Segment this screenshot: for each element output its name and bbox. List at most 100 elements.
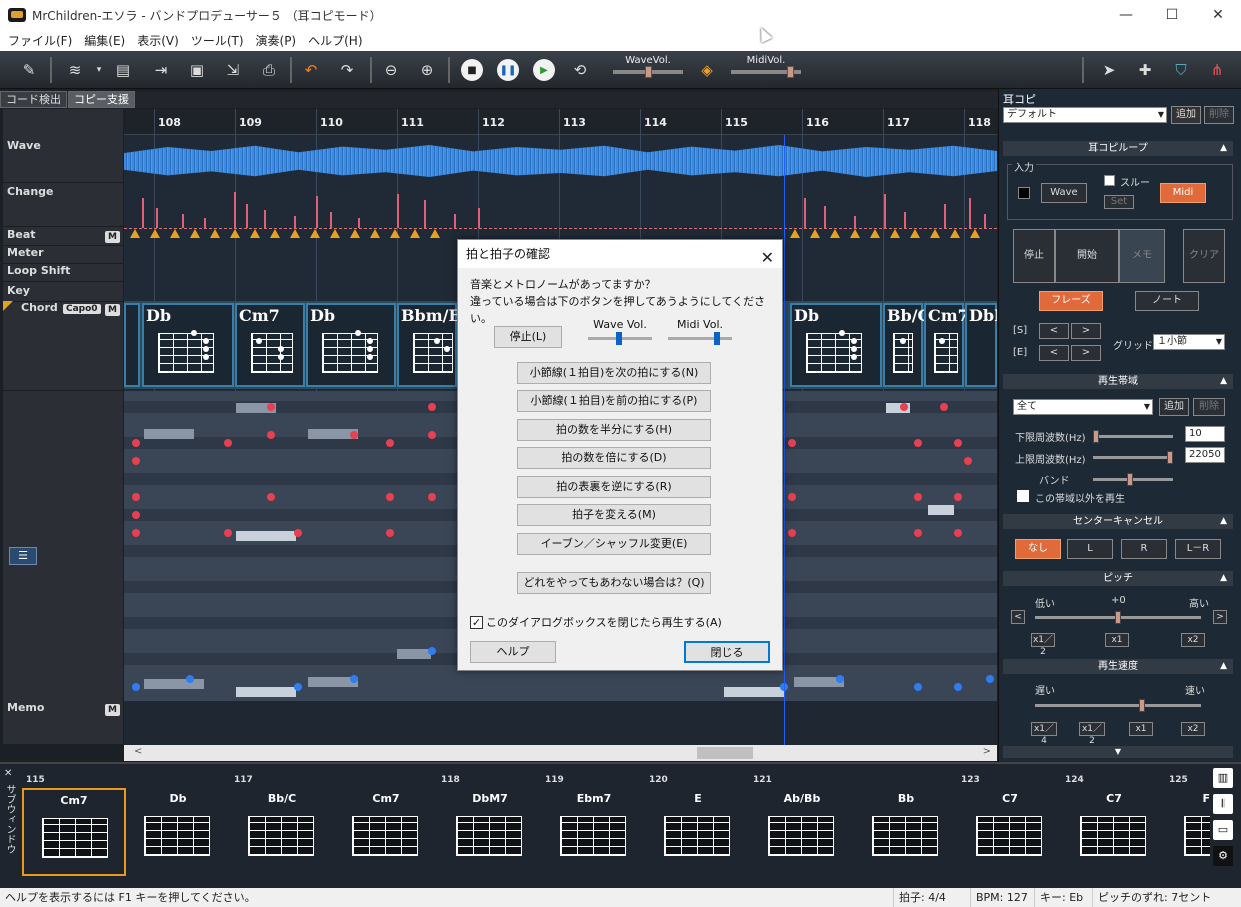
preset-add-button[interactable]: 追加	[1171, 106, 1201, 124]
dialog-midi-volume[interactable]: Midi Vol.	[660, 318, 740, 345]
chord-box[interactable]: Bbm/Eb	[397, 303, 472, 387]
speed-quarter-button[interactable]: x1／4	[1031, 722, 1057, 746]
even-shuffle-button[interactable]: イーブン／シャッフル変更(E)	[517, 533, 711, 555]
edit-score-icon[interactable]: ✎	[18, 59, 40, 81]
start-loop-button[interactable]: 開始	[1055, 229, 1119, 283]
pitch-one-button[interactable]: x1	[1105, 633, 1129, 647]
chord-box[interactable]: Db	[142, 303, 234, 387]
loop-icon[interactable]: ⟲	[569, 59, 591, 81]
end-next-button[interactable]: >	[1071, 345, 1101, 361]
memo-track[interactable]	[124, 701, 997, 745]
piano-roll-icon[interactable]: ☰	[9, 547, 37, 565]
chord-box[interactable]: Db	[790, 303, 882, 387]
zoom-in-icon[interactable]: ⊕	[416, 59, 438, 81]
midi-input-button[interactable]: Midi	[1160, 183, 1206, 203]
balance-icon[interactable]: ◈	[696, 59, 718, 81]
pointer-tool-icon[interactable]: ➤	[1098, 59, 1120, 81]
chord-mute-button[interactable]: M	[105, 304, 120, 316]
wave-volume-slider[interactable]: WaveVol.	[608, 55, 688, 78]
chord-tool-icon[interactable]: ⋔	[1206, 59, 1228, 81]
speed-half-button[interactable]: x1／2	[1079, 722, 1105, 746]
band-add-button[interactable]: 追加	[1159, 398, 1189, 416]
speed-one-button[interactable]: x1	[1129, 722, 1153, 736]
pitch-slider[interactable]	[1035, 611, 1201, 624]
center-lr-button[interactable]: L－R	[1175, 539, 1221, 559]
center-l-button[interactable]: L	[1067, 539, 1113, 559]
export-icon[interactable]: ⇥	[150, 59, 172, 81]
redo-icon[interactable]: ↷	[336, 59, 358, 81]
dialog-midi-volume-knob[interactable]	[714, 332, 720, 345]
section-ear-copy-loop[interactable]: 耳コピループ	[1003, 141, 1233, 156]
band-delete-button[interactable]: 削除	[1193, 398, 1225, 416]
sub-chord[interactable]: Db	[126, 788, 230, 876]
note-button[interactable]: ノート	[1135, 291, 1199, 311]
keyboard-icon[interactable]: 𝄃	[1213, 794, 1233, 814]
sub-chord[interactable]: C7	[1062, 788, 1166, 876]
low-freq-knob[interactable]	[1093, 430, 1099, 443]
bucket-tool-icon[interactable]: ⛉	[1170, 59, 1192, 81]
band-slider[interactable]	[1093, 473, 1173, 486]
sub-chord[interactable]: DbM7	[438, 788, 542, 876]
bar-next-beat-button[interactable]: 小節線(１拍目)を次の拍にする(N)	[517, 362, 711, 384]
close-window-button[interactable]: ✕	[1195, 0, 1241, 30]
change-meter-button[interactable]: 拍子を変える(M)	[517, 504, 711, 526]
speed-slider[interactable]	[1035, 699, 1201, 712]
dialog-wave-volume-knob[interactable]	[616, 332, 622, 345]
sub-chord[interactable]: Cm7	[22, 788, 126, 876]
clear-button[interactable]: クリア	[1183, 229, 1225, 283]
low-freq-slider[interactable]	[1093, 430, 1173, 443]
dialog-help-button[interactable]: ヘルプ	[470, 641, 556, 663]
center-r-button[interactable]: R	[1121, 539, 1167, 559]
pitch-down-button[interactable]: <	[1011, 610, 1025, 624]
low-freq-input[interactable]: 10	[1185, 426, 1225, 442]
pause-icon[interactable]: ❚❚	[497, 59, 519, 81]
band-select[interactable]: 全て ▼	[1013, 399, 1153, 415]
minimize-button[interactable]: —	[1103, 0, 1149, 30]
wave-volume-knob[interactable]	[645, 66, 652, 78]
other-band-checkbox[interactable]	[1017, 490, 1029, 502]
waveform[interactable]	[124, 145, 997, 177]
chord-box-partial[interactable]	[124, 303, 140, 387]
memo-button[interactable]: メモ	[1119, 229, 1165, 283]
sub-chord[interactable]: Bb	[854, 788, 958, 876]
bar-prev-beat-button[interactable]: 小節線(１拍目)を前の拍にする(P)	[517, 390, 711, 412]
start-prev-button[interactable]: <	[1039, 323, 1069, 339]
chord-view-icon[interactable]: ▥	[1213, 768, 1233, 788]
sub-chord[interactable]: Ab/Bb	[750, 788, 854, 876]
scrollbar-thumb[interactable]	[697, 747, 753, 759]
memo-mute-button[interactable]: M	[105, 704, 120, 716]
print-icon[interactable]: ⎙	[258, 59, 280, 81]
menu-play[interactable]: 演奏(P)	[250, 32, 303, 49]
maximize-button[interactable]: ☐	[1149, 0, 1195, 30]
band-knob[interactable]	[1127, 473, 1133, 486]
measure-ruler[interactable]: 108 109 110 111 112 113 114 115 116 117 …	[124, 109, 997, 135]
midi-volume-knob[interactable]	[787, 66, 794, 78]
sub-chord[interactable]: F	[1166, 788, 1210, 876]
stop-icon[interactable]: ■	[461, 59, 483, 81]
dialog-close-button[interactable]: 閉じる	[684, 641, 770, 663]
wave-input-button[interactable]: Wave	[1041, 183, 1087, 203]
phrase-button[interactable]: フレーズ	[1039, 291, 1103, 311]
chord-box[interactable]: Cm7	[235, 303, 305, 387]
speed-double-button[interactable]: x2	[1181, 722, 1205, 736]
sub-window-close-icon[interactable]: ✕	[4, 768, 12, 779]
dialog-wave-volume[interactable]: Wave Vol.	[580, 318, 660, 345]
chord-box[interactable]: DbM	[965, 303, 997, 387]
stop-loop-button[interactable]: 停止	[1013, 229, 1055, 283]
halve-beats-button[interactable]: 拍の数を半分にする(H)	[517, 419, 711, 441]
thru-checkbox[interactable]	[1104, 175, 1115, 186]
sub-chord[interactable]: E	[646, 788, 750, 876]
zoom-out-icon[interactable]: ⊖	[380, 59, 402, 81]
sub-chord[interactable]: Cm7	[334, 788, 438, 876]
invert-beats-button[interactable]: 拍の表裏を逆にする(R)	[517, 476, 711, 498]
dialog-stop-button[interactable]: 停止(L)	[494, 326, 562, 348]
high-freq-slider[interactable]	[1093, 451, 1173, 464]
menu-edit[interactable]: 編集(E)	[78, 32, 131, 49]
dropdown-arrow-icon[interactable]: ▾	[88, 59, 110, 81]
sub-chord[interactable]: Ebm7	[542, 788, 646, 876]
menu-help[interactable]: ヘルプ(H)	[302, 32, 368, 49]
section-pitch[interactable]: ピッチ	[1003, 571, 1233, 586]
wave-file-icon[interactable]: ≋	[64, 59, 86, 81]
section-speed[interactable]: 再生速度	[1003, 659, 1233, 674]
section-center-cancel[interactable]: センターキャンセル	[1003, 514, 1233, 529]
